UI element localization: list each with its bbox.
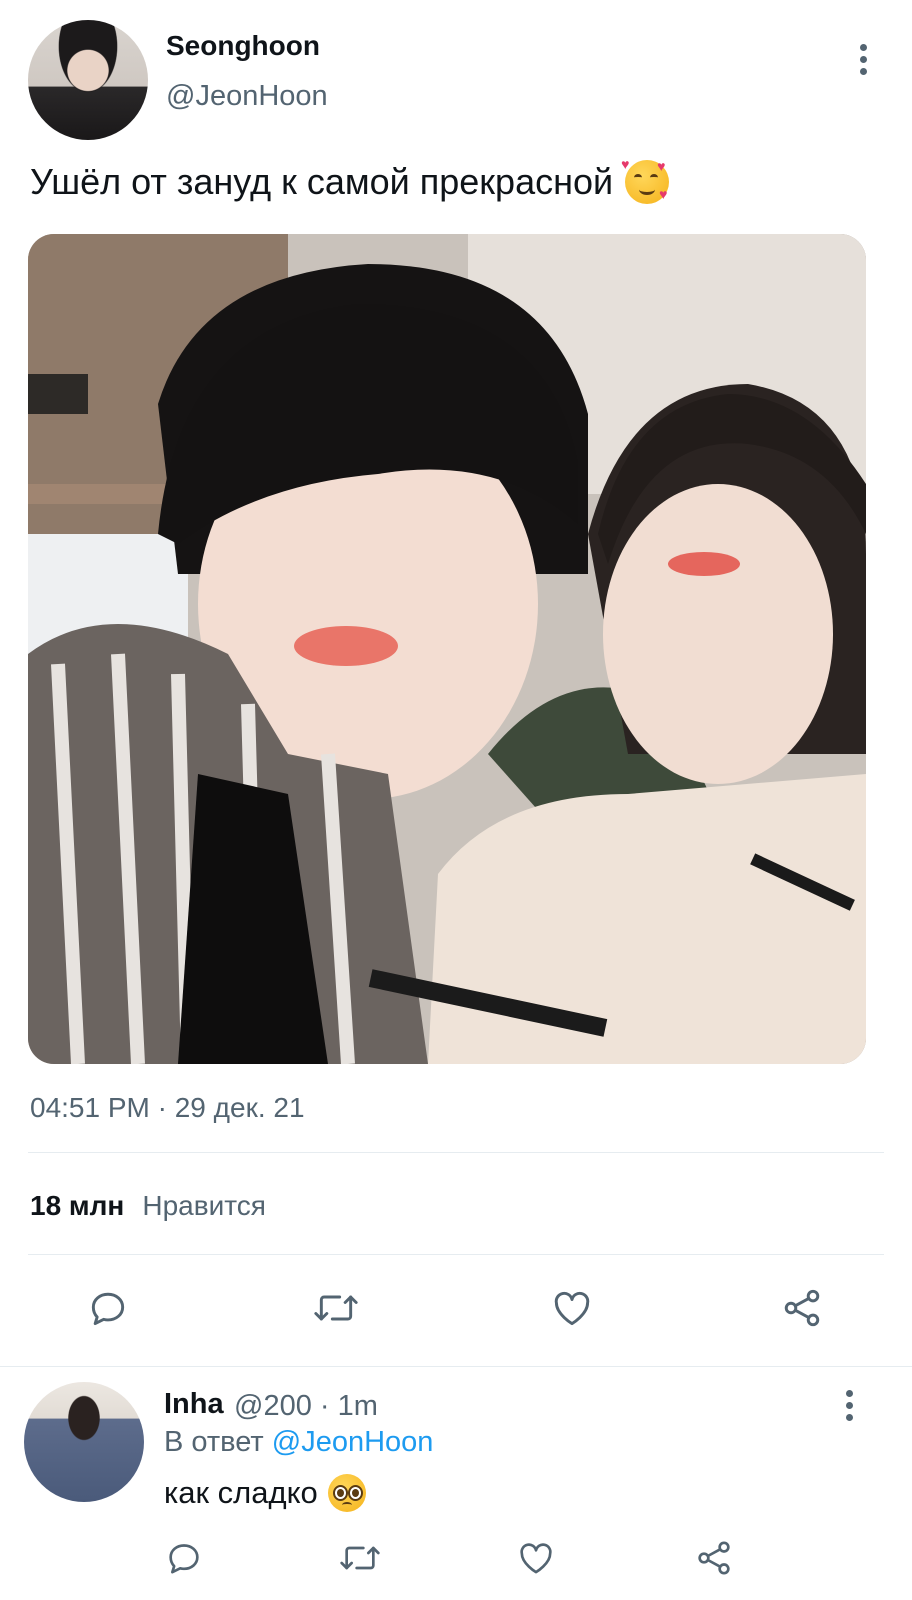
more-options-icon[interactable] bbox=[858, 44, 868, 75]
reply-more-options-icon[interactable] bbox=[844, 1390, 854, 1421]
share-icon[interactable] bbox=[772, 1278, 832, 1338]
reply-handle-time[interactable]: @200 · 1m bbox=[234, 1390, 378, 1423]
smiling-face-with-hearts-icon: ♥ ♥ ♥ bbox=[621, 156, 670, 204]
reply-text-content: как сладко bbox=[164, 1475, 318, 1510]
tweet-text: Ушёл от зануд к самой прекрасной ♥ ♥ ♥ bbox=[30, 156, 670, 204]
tweet-text-content: Ушёл от зануд к самой прекрасной bbox=[30, 161, 614, 202]
reply-reply-icon[interactable] bbox=[154, 1528, 214, 1588]
likes-label: Нравится bbox=[142, 1190, 266, 1221]
divider bbox=[28, 1254, 884, 1255]
reply-text: как сладко bbox=[164, 1474, 366, 1512]
reply-heart-icon[interactable] bbox=[506, 1528, 566, 1588]
reply-retweet-icon[interactable] bbox=[330, 1528, 390, 1588]
tweet-separator bbox=[0, 1366, 912, 1367]
reply-icon[interactable] bbox=[78, 1278, 138, 1338]
in-reply-to: В ответ @JeonHoon bbox=[164, 1426, 433, 1459]
likes-count: 18 млн bbox=[30, 1190, 125, 1221]
tweet-timestamp[interactable]: 04:51 PM · 29 дек. 21 bbox=[30, 1092, 305, 1124]
reply-share-icon[interactable] bbox=[684, 1528, 744, 1588]
likes-stats[interactable]: 18 млн Нравится bbox=[30, 1190, 266, 1222]
reply-author-avatar[interactable] bbox=[24, 1382, 144, 1502]
divider bbox=[28, 1152, 884, 1153]
in-reply-prefix: В ответ bbox=[164, 1426, 272, 1458]
reply-author-name[interactable]: Inha bbox=[164, 1388, 224, 1421]
heart-icon[interactable] bbox=[542, 1278, 602, 1338]
author-avatar[interactable] bbox=[28, 20, 148, 140]
author-handle[interactable]: @JeonHoon bbox=[166, 80, 328, 113]
in-reply-mention-link[interactable]: @JeonHoon bbox=[272, 1426, 434, 1458]
tweet-photo[interactable] bbox=[28, 234, 866, 1064]
author-display-name[interactable]: Seonghoon bbox=[166, 30, 320, 62]
retweet-icon[interactable] bbox=[306, 1278, 366, 1338]
pleading-face-icon bbox=[327, 1474, 366, 1512]
